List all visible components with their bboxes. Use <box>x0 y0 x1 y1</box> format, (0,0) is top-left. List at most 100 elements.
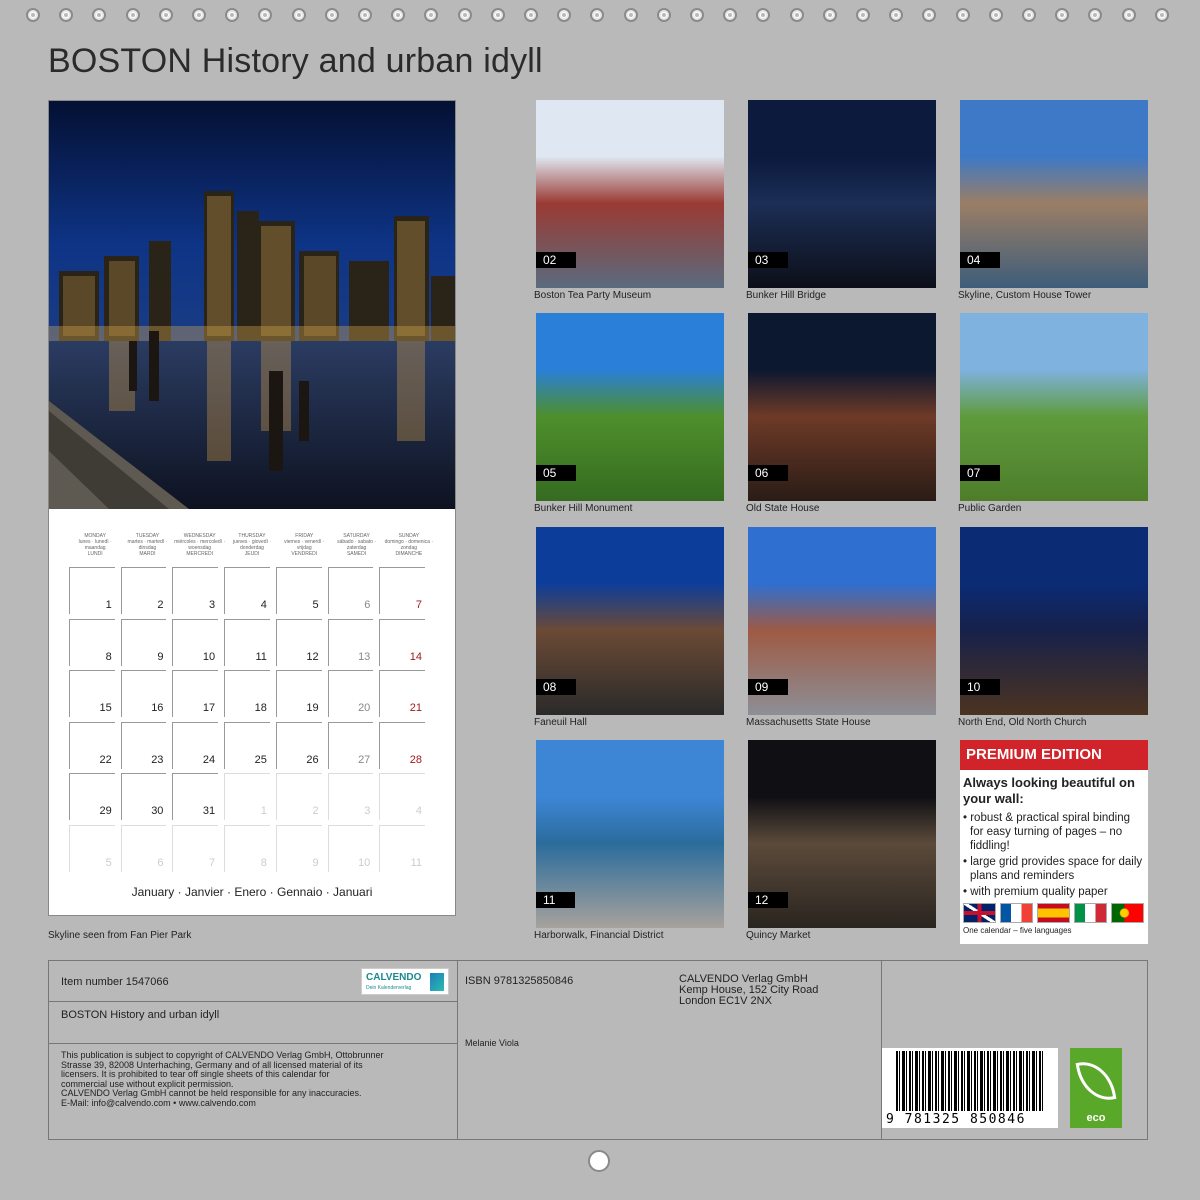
day-number: 7 <box>415 599 423 611</box>
spiral-ring <box>92 8 107 22</box>
thumbnail-photo: 04 <box>960 100 1148 288</box>
day-number: 29 <box>99 805 112 818</box>
barcode-bars <box>896 1051 1044 1111</box>
month-number-badge: 11 <box>536 892 576 908</box>
day-number: 11 <box>410 856 423 869</box>
calendar-week: 22 23 24 25 26 27 28 <box>69 721 431 774</box>
spiral-ring <box>524 8 538 22</box>
calendar-day-cell: 5 <box>275 567 322 614</box>
spiral-ring <box>889 8 904 22</box>
day-number: 10 <box>358 856 371 869</box>
calvendo-logo: CALVENDO Dein Kalenderverlag <box>361 968 449 995</box>
day-number: 9 <box>312 856 319 869</box>
spiral-ring <box>822 8 837 22</box>
calendar-day-cell: 5 <box>69 824 115 872</box>
day-number: 22 <box>99 753 112 766</box>
spiral-ring <box>1022 8 1036 22</box>
spiral-ring <box>291 8 306 22</box>
calendar-day-cell: 2 <box>120 567 167 614</box>
calendar-day-cell: 29 <box>69 773 115 821</box>
page-title: BOSTON History and urban idyll <box>48 42 543 80</box>
thumbnail-photo: 10 <box>960 527 1148 715</box>
thumbnail-caption: Massachusetts State House <box>746 717 871 728</box>
premium-feature: • robust & practical spiral binding for … <box>963 812 1131 852</box>
spiral-binding <box>14 8 1194 30</box>
calendar-day-cell: 6 <box>327 567 374 614</box>
day-number: 3 <box>364 805 371 818</box>
calendar-day-cell: 15 <box>69 670 115 718</box>
spiral-ring <box>192 8 206 22</box>
calendar-day-cell: 7 <box>172 824 219 872</box>
weekday-header: MONDAY lunes · lunedì · maandag LUNDI TUES… <box>69 533 435 563</box>
weekday-friday: FRIDAY viernes · venerdì · vrijdag VENDRED… <box>284 533 325 557</box>
calendar-day-cell: 16 <box>120 670 167 718</box>
day-number: 11 <box>255 650 267 663</box>
thumbnail-caption: Bunker Hill Bridge <box>746 290 827 301</box>
calendar-day-cell: 8 <box>69 618 115 666</box>
spiral-ring <box>756 8 771 22</box>
month-number-badge: 04 <box>960 252 1001 268</box>
skyline-illustration <box>49 101 455 509</box>
calendar-day-cell: 6 <box>120 824 167 872</box>
isbn-barcode: 9 781325 850846 <box>882 1048 1058 1128</box>
thumbnail-caption: Boston Tea Party Museum <box>534 290 652 301</box>
calendar-day-cell: 18 <box>224 670 270 718</box>
weekday-wednesday: WEDNESDAY miércoles · mercoledì · woensda… <box>174 533 226 557</box>
day-number: 10 <box>202 650 216 663</box>
spiral-ring <box>59 8 74 22</box>
spiral-ring <box>557 8 572 22</box>
leaf-icon <box>1075 1057 1117 1105</box>
info-middle-column: ISBN 9781325850846 Melanie Viola CALVEND… <box>457 961 882 1139</box>
month-number-badge: 03 <box>748 252 789 268</box>
spiral-ring <box>723 8 738 22</box>
calendar-day-cell: 2 <box>275 773 322 821</box>
calendar-day-cell: 8 <box>224 824 270 872</box>
thumbnail-photo: 12 <box>748 740 936 928</box>
weekday-saturday: SATURDAY sábado · sabato · zaterdag SAMEDI <box>337 533 376 557</box>
thumbnail-caption: Faneuil Hall <box>534 717 587 728</box>
item-number: Item number 1547066 <box>61 976 169 988</box>
calendar-grid: 1 2 3 4 5 6 7 8 9 10 11 12 13 14 15 16 17 18 19 20 21 22 23 24 2… <box>69 567 431 877</box>
calendar-day-cell: 9 <box>120 618 167 666</box>
spain-flag-icon <box>1037 903 1070 923</box>
day-number: 12 <box>306 650 319 663</box>
cover-page: MONDAY lunes · lunedì · maandag LUNDI TUES… <box>48 100 456 916</box>
month-label: January · Janvier · Enero · Gennaio · Ja… <box>131 885 373 899</box>
cover-caption: Skyline seen from Fan Pier Park <box>48 930 192 941</box>
calendar-day-cell: 4 <box>379 773 426 821</box>
spiral-ring <box>258 8 273 22</box>
weekday-tuesday: TUESDAY martes · martedì · dinsdag MARDI <box>127 533 168 557</box>
day-number: 4 <box>260 599 267 611</box>
calendar-day-cell: 9 <box>275 824 322 872</box>
calendar-day-cell: 4 <box>224 567 270 614</box>
day-number: 5 <box>105 856 112 869</box>
portugal-flag-icon <box>1111 903 1144 923</box>
spiral-ring <box>358 8 372 22</box>
day-number: 18 <box>254 702 267 715</box>
month-number-badge: 06 <box>748 465 789 481</box>
thumbnail-photo: 11 <box>536 740 724 928</box>
calendar-week: 29 30 31 1 2 3 4 <box>69 773 431 825</box>
thumbnail-photo: 06 <box>748 313 936 501</box>
hanger-ring <box>588 1150 610 1172</box>
premium-title: Always looking beautiful on your wall: <box>963 775 1135 806</box>
calendar-week: 1 2 3 4 5 6 7 <box>69 567 431 619</box>
calendar-day-cell: 24 <box>172 721 219 769</box>
calendar-day-cell: 10 <box>172 618 219 666</box>
thumbnail-photo: 09 <box>748 527 936 715</box>
premium-band: PREMIUM EDITION <box>960 740 1148 770</box>
calvendo-mark-icon <box>430 973 444 991</box>
spiral-ring <box>125 8 140 22</box>
calendar-day-cell: 12 <box>275 618 322 666</box>
day-number: 7 <box>209 856 216 869</box>
month-number-badge: 02 <box>536 252 577 268</box>
day-number: 1 <box>260 805 267 818</box>
author: Melanie Viola <box>465 1038 519 1048</box>
weekday-thursday: THURSDAY jueves · giovedì · donderdag JEUD… <box>232 533 272 557</box>
uk-flag-icon <box>963 903 996 923</box>
calendar-day-cell: 3 <box>172 567 219 614</box>
day-number: 14 <box>409 650 423 663</box>
calendar-title: BOSTON History and urban idyll <box>61 1009 220 1021</box>
spiral-ring <box>856 8 870 22</box>
calendar-day-cell: 14 <box>379 618 426 666</box>
